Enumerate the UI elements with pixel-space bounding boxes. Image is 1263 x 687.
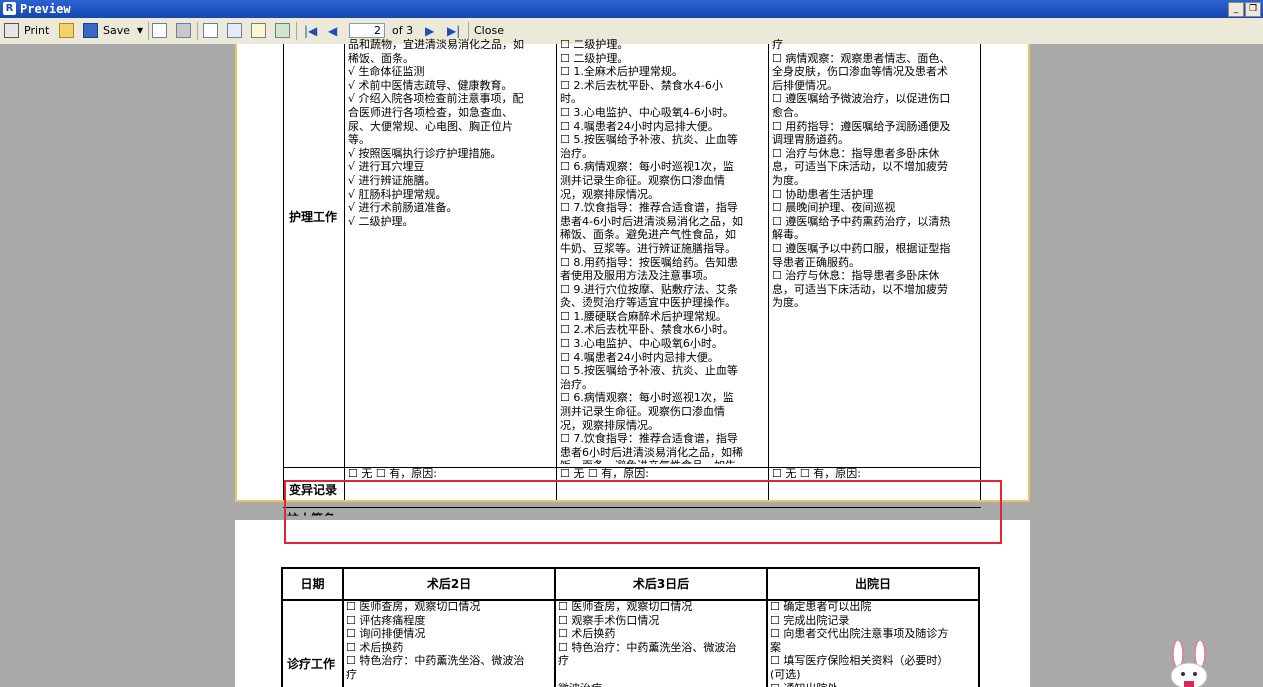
printer-icon[interactable] — [4, 23, 19, 38]
toolbar-separator — [197, 22, 198, 40]
page-setup-icon[interactable] — [275, 23, 290, 38]
single-page-view-icon[interactable] — [203, 23, 218, 38]
variation-col-postop-day1: ☐ 无 ☐ 有，原因: — [772, 467, 861, 480]
header-date: 日期 — [300, 577, 325, 591]
zoom-icon[interactable] — [227, 23, 242, 38]
highlight-box — [284, 480, 1002, 544]
open-folder-icon[interactable] — [59, 23, 74, 38]
window-title: Preview — [20, 2, 71, 16]
edit-page-icon[interactable] — [251, 23, 266, 38]
bunny-mascot-icon — [1170, 640, 1208, 687]
document-page-2: 日期 术后2日 术后3日后 出院日 诊疗工作 ☐ 医师查房，观察切口情况 ☐ 评… — [235, 520, 1030, 687]
toolbar-separator — [296, 22, 297, 40]
app-icon: R — [3, 2, 16, 15]
print-button[interactable]: Print — [24, 22, 49, 40]
row-label-treatment: 诊疗工作 — [287, 657, 336, 671]
treatment-col-discharge-day: ☐ 确定患者可以出院 ☐ 完成出院记录 ☐ 向患者交代出院注意事项及随诊方 案 … — [770, 600, 949, 687]
treatment-col-postop-day2: ☐ 医师查房，观察切口情况 ☐ 评估疼痛程度 ☐ 询问排便情况 ☐ 术后换药 ☐… — [346, 600, 525, 681]
table-border — [283, 44, 284, 500]
variation-col-preop: ☐ 无 ☐ 有，原因: — [348, 467, 437, 480]
floppy-disk-icon[interactable] — [83, 23, 98, 38]
table-border — [344, 44, 345, 500]
row-label-nursing: 护理工作 — [289, 210, 338, 224]
table-border — [281, 567, 980, 569]
title-bar: R Preview _ ❐ — [0, 0, 1263, 18]
minimize-button[interactable]: _ — [1228, 2, 1244, 17]
table-border — [980, 44, 981, 500]
save-dropdown-arrow-icon[interactable]: ▼ — [137, 22, 143, 40]
header-discharge-day: 出院日 — [854, 577, 891, 591]
nursing-col-postop-day1: 疗 ☐ 病情观察：观察患者情志、面色、 全身皮肤，伤口渗血等情况及患者术 后排便… — [772, 38, 951, 310]
toolbar-separator — [148, 22, 149, 40]
nursing-col-surgery-day: ☐ 二级护理。 ☐ 二级护理。 ☐ 1.全麻术后护理常规。 ☐ 2.术后去枕平卧… — [560, 38, 743, 464]
variation-col-surgery-day: ☐ 无 ☐ 有，原因: — [560, 467, 649, 480]
document-page-1: 护理工作 变异记录 品和蔬物，宜进清淡易消化之品，如 稀饭、面条。 √ 生命体征… — [235, 38, 1030, 508]
header-postop-day3: 术后3日后 — [632, 577, 690, 591]
treatment-col-postop-day3: ☐ 医师查房，观察切口情况 ☐ 观察手术伤口情况 ☐ 术后换药 ☐ 特色治疗：中… — [558, 600, 737, 687]
table-border — [556, 44, 557, 500]
table-border — [978, 567, 980, 687]
header-postop-day2: 术后2日 — [426, 577, 472, 591]
restore-button[interactable]: ❐ — [1245, 2, 1261, 17]
first-page-icon[interactable]: |◀ — [304, 22, 317, 40]
previous-page-icon[interactable]: ◀ — [328, 22, 337, 40]
find-binoculars-icon[interactable] — [176, 23, 191, 38]
nursing-col-preop: 品和蔬物，宜进清淡易消化之品，如 稀饭、面条。 √ 生命体征监测 √ 术前中医情… — [348, 38, 524, 228]
page-number-input[interactable]: 2 — [349, 23, 385, 38]
save-button[interactable]: Save — [103, 22, 130, 40]
email-icon[interactable] — [152, 23, 167, 38]
table-border — [768, 44, 769, 500]
